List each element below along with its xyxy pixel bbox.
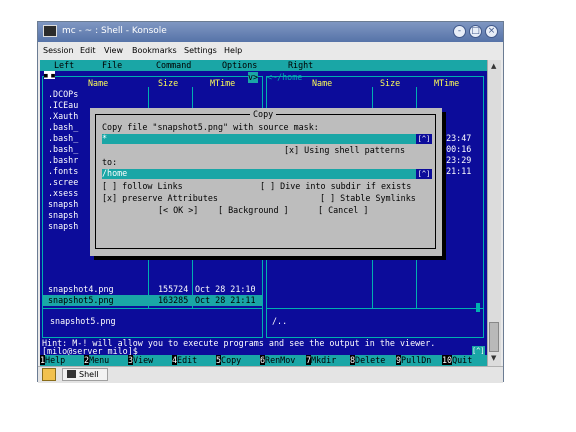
function-key-bar: 1Help 2Menu 3View 4Edit 5Copy 6RenMov 7M… (40, 355, 487, 366)
source-mask-label: Copy file "snapshot5.png" with source ma… (102, 122, 319, 132)
right-panel-corner[interactable]: v> (248, 72, 259, 83)
scroll-down-arrow-icon[interactable]: ▼ (491, 354, 496, 362)
list-item[interactable]: .fonts (48, 166, 78, 177)
cancel-button[interactable]: [ Cancel ] (318, 205, 368, 216)
fkey-help[interactable]: 1Help (40, 355, 65, 366)
menu-bar: Session Edit View Bookmarks Settings Hel… (38, 42, 503, 58)
shell-icon (67, 370, 76, 378)
fkey-renmov[interactable]: 6RenMov (260, 355, 295, 366)
fkey-mkdir[interactable]: 7Mkdir (306, 355, 336, 366)
destination-history-button[interactable]: [^] (416, 169, 432, 179)
list-item[interactable]: .DCOPs (48, 89, 78, 100)
right-col-mtime[interactable]: MTime (434, 78, 459, 89)
source-history-button[interactable]: [^] (416, 134, 432, 144)
source-mask-value: * (102, 133, 108, 143)
terminal-app-icon[interactable] (43, 25, 57, 37)
minimize-button[interactable]: - (453, 25, 466, 38)
fkey-pulldn[interactable]: 9PullDn (396, 355, 431, 366)
copy-dialog: Copy Copy file "snapshot5.png" with sour… (90, 108, 442, 256)
list-item[interactable]: snapsh (48, 210, 78, 221)
left-panel-status-divider (42, 308, 263, 309)
menu-help[interactable]: Help (224, 46, 242, 55)
list-item[interactable]: .xsess (48, 188, 78, 199)
left-panel-status: snapshot5.png (50, 316, 116, 326)
right-panel-status: /.. (272, 316, 288, 326)
right-col-size[interactable]: Size (380, 78, 400, 89)
file-name: snapshot4.png (48, 284, 114, 294)
fkey-copy[interactable]: 5Copy (216, 355, 241, 366)
source-mask-input[interactable] (102, 134, 416, 144)
right-panel-status-divider (266, 308, 484, 309)
menu-bookmarks[interactable]: Bookmarks (132, 46, 177, 55)
to-label: to: (102, 157, 118, 167)
fkey-delete[interactable]: 8Delete (350, 355, 385, 366)
list-item[interactable]: snapsh (48, 221, 78, 232)
file-size: 155724 (158, 284, 189, 294)
tab-shell[interactable]: Shell (62, 368, 108, 381)
right-panel-path[interactable]: <~/home (267, 72, 302, 83)
menu-view[interactable]: View (104, 46, 123, 55)
list-item[interactable]: .bash_ (48, 133, 78, 144)
mc-menu-options[interactable]: Options (222, 60, 257, 71)
title-bar[interactable]: mc - ~ : Shell - Konsole - □ × (38, 22, 503, 42)
mc-menu-file[interactable]: File (102, 60, 122, 71)
right-panel-right-border (483, 76, 484, 338)
list-item[interactable]: .ICEau (48, 100, 78, 111)
scroll-up-arrow-icon[interactable]: ▲ (491, 62, 496, 70)
file-mtime: Oct 28 21:11 (195, 295, 256, 305)
list-item[interactable]: snapsh (48, 199, 78, 210)
terminal-area[interactable]: Left File Command Options Right ▄ ▄ <~/h… (40, 60, 487, 366)
ok-button[interactable]: [< OK >] (158, 205, 198, 216)
fkey-view[interactable]: 3View (128, 355, 153, 366)
preserve-attributes-checkbox[interactable]: [x] preserve Attributes (102, 193, 218, 204)
dive-subdir-checkbox[interactable]: [ ] Dive into subdir if exists (260, 181, 411, 192)
shell-patterns-checkbox[interactable]: [x] Using shell patterns (284, 145, 405, 156)
maximize-button[interactable]: □ (469, 25, 482, 38)
file-mtime: Oct 28 21:10 (195, 284, 256, 294)
left-col-size[interactable]: Size (158, 78, 178, 89)
list-item[interactable]: .scree (48, 177, 78, 188)
scroll-thumb[interactable] (489, 322, 499, 352)
list-item[interactable]: .Xauth (48, 111, 78, 122)
follow-links-checkbox[interactable]: [ ] follow Links (102, 181, 183, 192)
panel-scroll-marker (476, 303, 480, 312)
file-name: snapshot5.png (48, 295, 114, 305)
menu-session[interactable]: Session (43, 46, 74, 55)
terminal-scrollbar[interactable]: ▲ ▼ (487, 60, 501, 366)
new-session-icon[interactable] (42, 368, 56, 381)
tab-shell-label: Shell (79, 370, 99, 379)
mc-menu-right[interactable]: Right (288, 60, 313, 71)
left-col-mtime[interactable]: MTime (210, 78, 235, 89)
copy-dialog-title: Copy (250, 109, 277, 120)
mc-menu-command[interactable]: Command (156, 60, 191, 71)
close-button[interactable]: × (485, 25, 498, 38)
mc-menu-left[interactable]: Left (54, 60, 74, 71)
fkey-edit[interactable]: 4Edit (172, 355, 197, 366)
menu-edit[interactable]: Edit (80, 46, 96, 55)
menu-settings[interactable]: Settings (184, 46, 217, 55)
fkey-quit[interactable]: 10Quit (442, 355, 472, 366)
list-item[interactable]: .bashr (48, 155, 78, 166)
destination-value: /home (102, 168, 128, 178)
left-col-name[interactable]: Name (88, 78, 108, 89)
list-item[interactable]: .bash_ (48, 144, 78, 155)
fkey-menu[interactable]: 2Menu (84, 355, 109, 366)
session-tab-bar: Shell (38, 366, 503, 383)
destination-input[interactable] (102, 169, 416, 179)
list-item[interactable]: .bash_ (48, 122, 78, 133)
background-button[interactable]: [ Background ] (218, 205, 289, 216)
file-size: 163285 (158, 295, 189, 305)
left-panel-top-border (42, 76, 263, 77)
window-title: mc - ~ : Shell - Konsole (62, 26, 167, 36)
konsole-window: mc - ~ : Shell - Konsole - □ × Session E… (37, 21, 504, 383)
right-col-name[interactable]: Name (312, 78, 332, 89)
stable-symlinks-checkbox[interactable]: [ ] Stable Symlinks (320, 193, 416, 204)
